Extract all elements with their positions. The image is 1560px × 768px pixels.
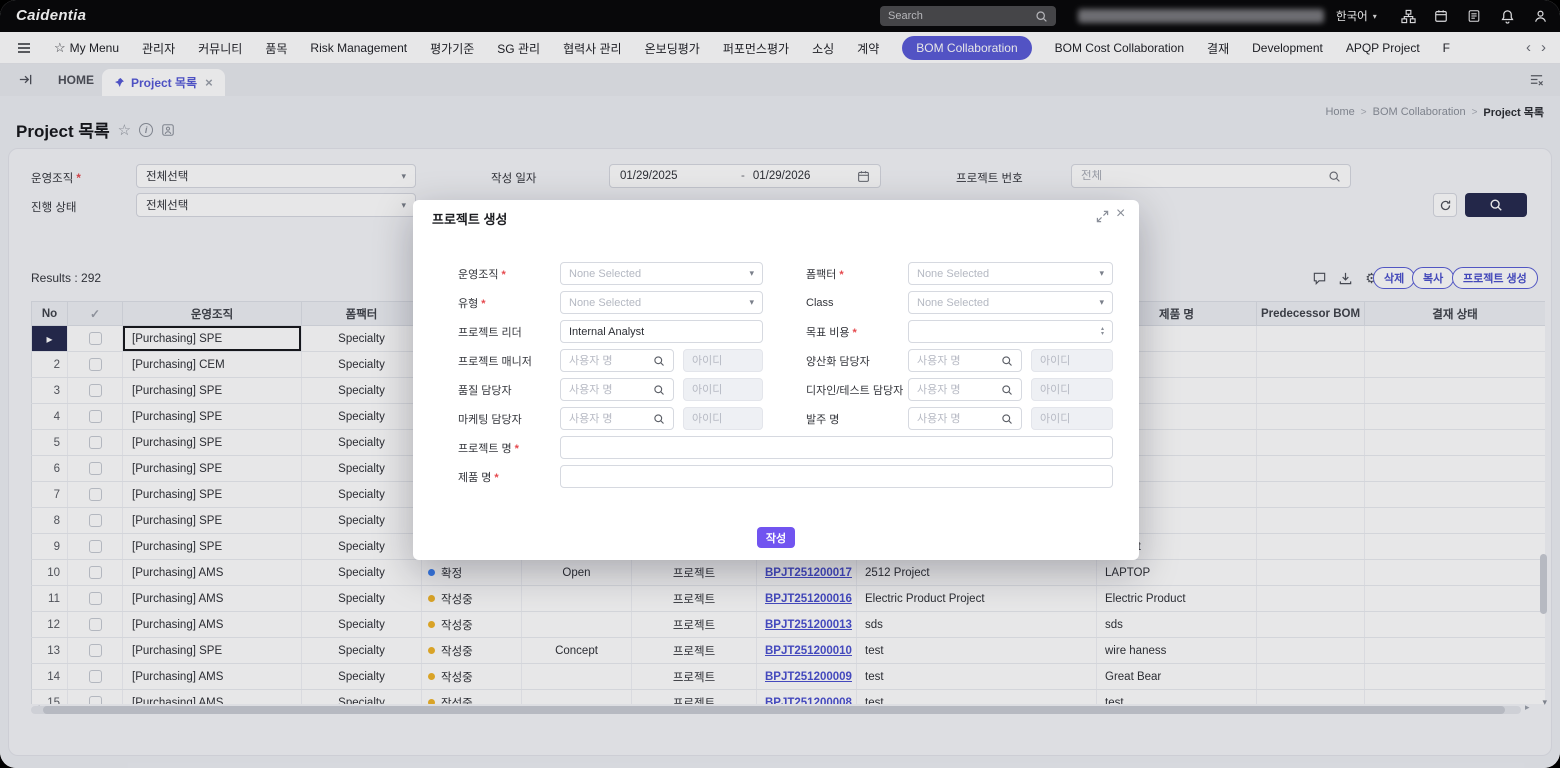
modal-title: 프로젝트 생성 bbox=[432, 209, 507, 228]
search-icon[interactable] bbox=[653, 384, 665, 396]
design-test-user-search[interactable] bbox=[908, 378, 1022, 401]
design-test-user-field[interactable] bbox=[917, 384, 997, 396]
field-label-quality: 품질 담당자 bbox=[458, 382, 560, 398]
chevron-down-icon: ▾ bbox=[1099, 297, 1104, 308]
field-label-mass-production: 양산화 담당자 bbox=[806, 353, 908, 369]
modal-org-select[interactable]: None Selected▾ bbox=[560, 262, 763, 285]
mass-production-user-search[interactable] bbox=[908, 349, 1022, 372]
modal-type-select[interactable]: None Selected▾ bbox=[560, 291, 763, 314]
quality-user-field[interactable] bbox=[569, 384, 649, 396]
search-icon[interactable] bbox=[1001, 355, 1013, 367]
field-label-order: 발주 명 bbox=[806, 411, 908, 427]
modal-product-name-input[interactable] bbox=[560, 465, 1113, 488]
expand-modal-icon[interactable] bbox=[1096, 210, 1109, 223]
manager-user-search[interactable] bbox=[560, 349, 674, 372]
modal-class-select[interactable]: None Selected▾ bbox=[908, 291, 1113, 314]
number-spinner-icon[interactable]: ▴▾ bbox=[1101, 327, 1104, 337]
modal-form-factor-select[interactable]: None Selected▾ bbox=[908, 262, 1113, 285]
field-label-org: 운영조직* bbox=[458, 266, 560, 282]
field-label-product-name: 제품 명* bbox=[458, 469, 560, 485]
field-label-manager: 프로젝트 매니저 bbox=[458, 353, 560, 369]
mass-production-user-field[interactable] bbox=[917, 355, 997, 367]
quality-user-search[interactable] bbox=[560, 378, 674, 401]
chevron-down-icon: ▾ bbox=[749, 268, 754, 279]
field-label-project-name: 프로젝트 명* bbox=[458, 440, 560, 456]
chevron-down-icon: ▾ bbox=[1099, 268, 1104, 279]
quality-id-field bbox=[683, 378, 763, 401]
field-label-target-cost: 목표 비용* bbox=[806, 324, 908, 340]
marketing-user-search[interactable] bbox=[560, 407, 674, 430]
order-user-field[interactable] bbox=[917, 413, 997, 425]
manager-id-field bbox=[683, 349, 763, 372]
search-icon[interactable] bbox=[653, 413, 665, 425]
modal-target-cost-input[interactable]: ▴▾ bbox=[908, 320, 1113, 343]
modal-form: 운영조직* None Selected▾ 폼팩터* None Selected▾… bbox=[458, 262, 1113, 494]
create-project-modal: 프로젝트 생성 × 운영조직* None Selected▾ 폼팩터* None… bbox=[413, 200, 1139, 560]
search-icon[interactable] bbox=[1001, 413, 1013, 425]
leader-field[interactable] bbox=[569, 326, 754, 338]
search-icon[interactable] bbox=[653, 355, 665, 367]
product-name-field[interactable] bbox=[569, 471, 1104, 483]
field-label-class: Class bbox=[806, 297, 908, 309]
field-label-form-factor: 폼팩터* bbox=[806, 266, 908, 282]
close-modal-icon[interactable]: × bbox=[1116, 205, 1125, 223]
order-id-field bbox=[1031, 407, 1113, 430]
modal-leader-input[interactable] bbox=[560, 320, 763, 343]
marketing-id-field bbox=[683, 407, 763, 430]
submit-create-button[interactable]: 작성 bbox=[757, 527, 795, 548]
search-icon[interactable] bbox=[1001, 384, 1013, 396]
field-label-design-test: 디자인/테스트 담당자 bbox=[806, 382, 908, 398]
project-name-field[interactable] bbox=[569, 442, 1104, 454]
field-label-leader: 프로젝트 리더 bbox=[458, 324, 560, 340]
order-user-search[interactable] bbox=[908, 407, 1022, 430]
app-window: Caidentia Search 한국어 ▾ bbox=[0, 0, 1560, 768]
target-cost-field[interactable] bbox=[917, 326, 1097, 338]
mass-production-id-field bbox=[1031, 349, 1113, 372]
manager-user-field[interactable] bbox=[569, 355, 649, 367]
design-test-id-field bbox=[1031, 378, 1113, 401]
field-label-marketing: 마케팅 담당자 bbox=[458, 411, 560, 427]
marketing-user-field[interactable] bbox=[569, 413, 649, 425]
field-label-type: 유형* bbox=[458, 295, 560, 311]
modal-project-name-input[interactable] bbox=[560, 436, 1113, 459]
chevron-down-icon: ▾ bbox=[749, 297, 754, 308]
